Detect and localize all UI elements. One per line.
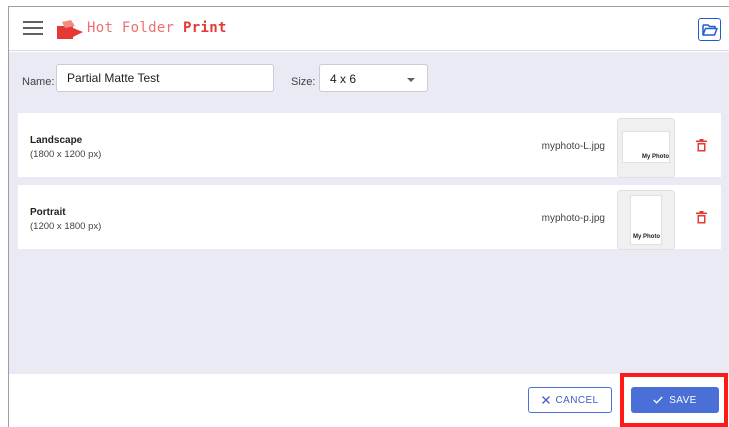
layout-row-landscape: Landscape (1800 x 1200 px) myphoto-L.jpg… bbox=[18, 113, 721, 177]
row-dimensions: (1200 x 1800 px) bbox=[30, 221, 102, 232]
logo-icon bbox=[57, 20, 83, 39]
row-title: Landscape bbox=[30, 135, 83, 146]
size-select[interactable]: 4 x 6 bbox=[319, 64, 428, 92]
row-filename: myphoto-p.jpg bbox=[541, 213, 605, 224]
size-label: Size: bbox=[291, 76, 316, 88]
name-field[interactable] bbox=[56, 64, 274, 92]
row-title: Portrait bbox=[30, 207, 66, 218]
folder-open-icon bbox=[701, 24, 718, 36]
app-logo-text: Hot Folder Print bbox=[87, 20, 227, 36]
row-dimensions: (1800 x 1200 px) bbox=[30, 149, 102, 160]
delete-icon[interactable] bbox=[696, 139, 707, 152]
size-value: 4 x 6 bbox=[330, 72, 357, 86]
chevron-down-icon bbox=[407, 78, 415, 82]
image-thumbnail[interactable]: My Photo bbox=[618, 119, 674, 177]
name-label: Name: bbox=[22, 76, 55, 88]
cancel-button[interactable]: CANCEL bbox=[528, 387, 612, 413]
menu-icon[interactable] bbox=[23, 21, 43, 37]
logo-word-2: Print bbox=[183, 20, 227, 36]
open-folder-button[interactable] bbox=[698, 18, 721, 41]
app-window: Hot Folder Print Name: Size: 4 x 6 Lands… bbox=[8, 6, 729, 427]
check-icon bbox=[653, 396, 663, 404]
main-content: Name: Size: 4 x 6 Landscape (1800 x 1200… bbox=[9, 52, 729, 374]
thumbnail-caption: My Photo bbox=[642, 154, 669, 160]
save-button[interactable]: SAVE bbox=[631, 387, 719, 413]
app-header: Hot Folder Print bbox=[9, 7, 729, 51]
logo-word-1: Hot Folder bbox=[87, 20, 175, 36]
thumbnail-caption: My Photo bbox=[633, 234, 660, 240]
image-thumbnail[interactable]: My Photo bbox=[618, 191, 674, 249]
save-label: SAVE bbox=[669, 394, 697, 406]
layout-row-portrait: Portrait (1200 x 1800 px) myphoto-p.jpg … bbox=[18, 185, 721, 249]
row-filename: myphoto-L.jpg bbox=[541, 141, 605, 152]
dialog-footer: CANCEL SAVE bbox=[9, 374, 729, 427]
delete-icon[interactable] bbox=[696, 211, 707, 224]
close-icon bbox=[541, 396, 550, 404]
cancel-label: CANCEL bbox=[555, 394, 599, 406]
